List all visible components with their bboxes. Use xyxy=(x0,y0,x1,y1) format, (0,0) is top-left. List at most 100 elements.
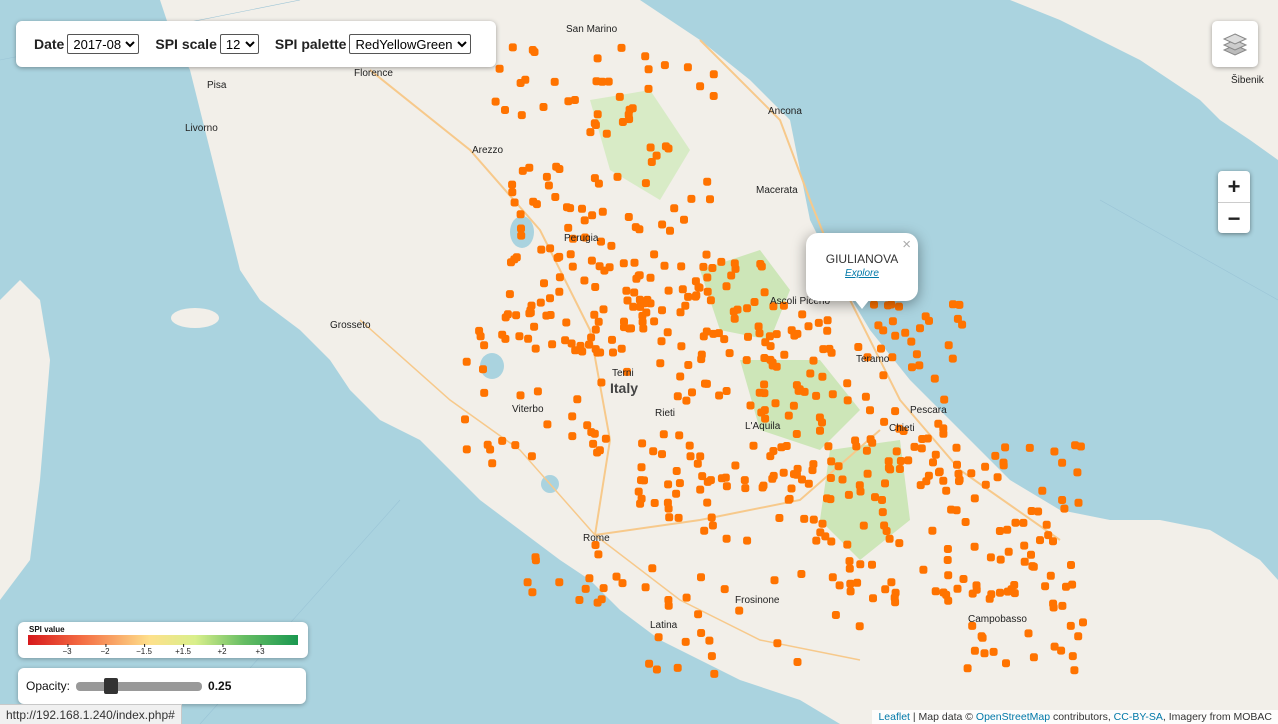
station-marker[interactable] xyxy=(561,336,570,345)
station-marker[interactable] xyxy=(919,565,928,574)
station-marker[interactable] xyxy=(1058,601,1067,610)
station-marker[interactable] xyxy=(564,223,573,232)
station-marker[interactable] xyxy=(1062,582,1070,591)
station-marker[interactable] xyxy=(539,103,548,111)
station-marker[interactable] xyxy=(675,431,684,440)
station-marker[interactable] xyxy=(866,435,875,444)
station-marker[interactable] xyxy=(523,578,532,587)
station-marker[interactable] xyxy=(699,332,708,341)
station-marker[interactable] xyxy=(568,412,577,421)
station-marker[interactable] xyxy=(508,180,517,189)
station-marker[interactable] xyxy=(895,465,904,473)
station-marker[interactable] xyxy=(680,215,688,224)
station-marker[interactable] xyxy=(993,473,1002,482)
station-marker[interactable] xyxy=(1003,525,1012,534)
station-marker[interactable] xyxy=(644,84,653,93)
station-marker[interactable] xyxy=(703,477,712,486)
station-marker[interactable] xyxy=(885,534,894,543)
station-marker[interactable] xyxy=(995,527,1004,535)
station-marker[interactable] xyxy=(555,252,564,261)
station-marker[interactable] xyxy=(798,475,806,484)
station-marker[interactable] xyxy=(612,572,621,581)
station-marker[interactable] xyxy=(929,458,937,467)
station-marker[interactable] xyxy=(816,426,824,435)
station-marker[interactable] xyxy=(804,322,813,331)
station-marker[interactable] xyxy=(708,264,717,272)
station-marker[interactable] xyxy=(550,77,559,86)
opacity-slider[interactable] xyxy=(76,677,203,694)
station-marker[interactable] xyxy=(650,499,659,507)
station-marker[interactable] xyxy=(771,399,780,408)
station-marker[interactable] xyxy=(892,447,901,456)
station-marker[interactable] xyxy=(528,46,537,54)
station-marker[interactable] xyxy=(638,318,647,326)
station-marker[interactable] xyxy=(715,391,724,400)
zoom-out-button[interactable]: − xyxy=(1218,203,1250,234)
station-marker[interactable] xyxy=(710,669,719,678)
station-marker[interactable] xyxy=(512,311,521,320)
station-marker[interactable] xyxy=(688,388,696,397)
station-marker[interactable] xyxy=(516,210,525,219)
station-marker[interactable] xyxy=(664,286,673,295)
station-marker[interactable] xyxy=(1060,504,1069,513)
station-marker[interactable] xyxy=(571,346,580,355)
station-marker[interactable] xyxy=(486,445,495,454)
station-marker[interactable] xyxy=(1066,621,1075,630)
station-marker[interactable] xyxy=(818,372,827,381)
map-canvas[interactable]: Italy Rome San Marino Florence Perugia A… xyxy=(0,0,1278,724)
station-marker[interactable] xyxy=(947,505,956,514)
station-marker[interactable] xyxy=(524,334,533,343)
station-marker[interactable] xyxy=(600,266,609,275)
station-marker[interactable] xyxy=(959,575,968,583)
station-marker[interactable] xyxy=(625,324,634,333)
station-marker[interactable] xyxy=(749,441,758,450)
station-marker[interactable] xyxy=(819,345,828,354)
station-marker[interactable] xyxy=(948,354,957,363)
station-marker[interactable] xyxy=(800,514,809,523)
station-marker[interactable] xyxy=(1042,520,1051,529)
station-marker[interactable] xyxy=(517,224,525,233)
station-marker[interactable] xyxy=(884,463,893,472)
popup-explore-link[interactable]: Explore xyxy=(806,268,918,279)
station-marker[interactable] xyxy=(645,659,654,668)
station-marker[interactable] xyxy=(591,283,600,291)
station-marker[interactable] xyxy=(787,484,796,493)
station-marker[interactable] xyxy=(625,115,634,124)
station-marker[interactable] xyxy=(697,573,705,582)
station-marker[interactable] xyxy=(854,343,863,351)
station-marker[interactable] xyxy=(855,481,864,490)
station-marker[interactable] xyxy=(765,332,774,341)
station-marker[interactable] xyxy=(591,325,600,334)
station-marker[interactable] xyxy=(931,587,940,596)
station-marker[interactable] xyxy=(515,332,524,341)
station-marker[interactable] xyxy=(793,658,802,666)
station-marker[interactable] xyxy=(1029,562,1038,571)
station-marker[interactable] xyxy=(1020,557,1029,566)
station-marker[interactable] xyxy=(542,311,551,320)
station-marker[interactable] xyxy=(566,204,575,213)
station-marker[interactable] xyxy=(760,288,769,297)
station-marker[interactable] xyxy=(622,286,631,295)
station-marker[interactable] xyxy=(843,396,852,405)
station-marker[interactable] xyxy=(599,584,608,593)
osm-link[interactable]: OpenStreetMap xyxy=(976,711,1050,723)
station-marker[interactable] xyxy=(823,316,832,325)
spi-palette-select[interactable]: RedYellowGreen xyxy=(349,34,472,54)
opacity-slider-thumb[interactable] xyxy=(104,677,119,694)
station-marker[interactable] xyxy=(1001,443,1010,452)
station-marker[interactable] xyxy=(706,195,714,204)
station-marker[interactable] xyxy=(656,359,665,368)
station-marker[interactable] xyxy=(895,539,904,548)
station-marker[interactable] xyxy=(696,452,705,461)
station-marker[interactable] xyxy=(646,143,655,152)
station-marker[interactable] xyxy=(770,576,779,585)
station-marker[interactable] xyxy=(722,534,731,543)
station-marker[interactable] xyxy=(843,540,852,549)
station-marker[interactable] xyxy=(780,350,789,359)
station-marker[interactable] xyxy=(677,342,686,351)
zoom-in-button[interactable]: + xyxy=(1218,171,1250,203)
station-marker[interactable] xyxy=(708,521,717,530)
station-marker[interactable] xyxy=(812,391,821,400)
station-marker[interactable] xyxy=(818,418,826,427)
station-marker[interactable] xyxy=(480,341,489,350)
